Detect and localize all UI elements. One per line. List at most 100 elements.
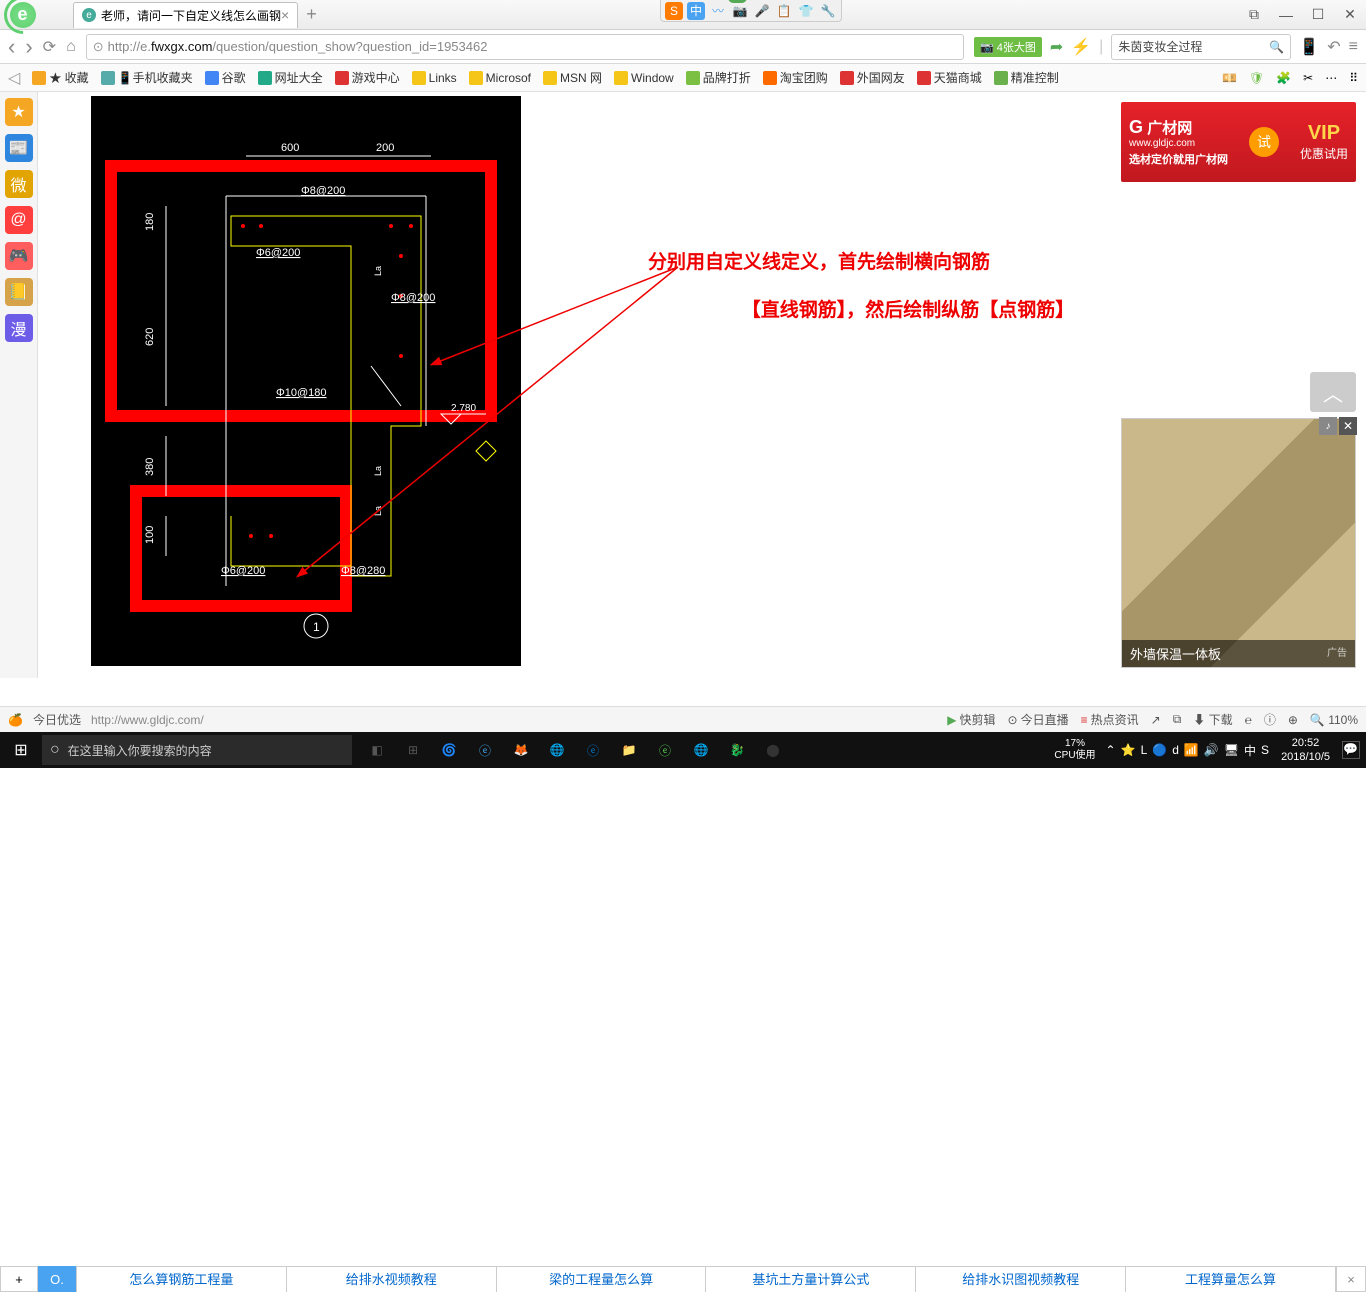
cpu-meter[interactable]: 17%CPU使用 [1050, 738, 1099, 762]
tray-icon[interactable]: 🔊 [1204, 743, 1219, 757]
download-button[interactable]: ⬇ 下载 [1193, 711, 1232, 728]
sidebar-shortcut[interactable]: 📒 [5, 278, 33, 306]
home-button[interactable]: ⌂ [66, 38, 76, 56]
bookmark-item[interactable]: 游戏中心 [335, 69, 400, 86]
tab-close-icon[interactable]: × [281, 7, 289, 23]
tray-icon[interactable]: ⭐ [1121, 743, 1136, 757]
related-search-tab[interactable]: 给排水视频教程 [287, 1266, 497, 1292]
related-search-tab[interactable]: 给排水识图视频教程 [916, 1266, 1126, 1292]
search-icon[interactable]: 🔍 [1269, 40, 1284, 54]
ad-banner-top[interactable]: G 广材网 www.gldjc.com 选材定价就用广材网 试 VIP 优惠试用 [1121, 102, 1356, 182]
mobile-icon[interactable]: 📱 [1299, 37, 1319, 57]
status-add-icon[interactable]: ⊕ [1288, 713, 1298, 727]
status-info-icon[interactable]: ⓘ [1264, 711, 1276, 728]
mic-icon[interactable]: 🎤 [753, 2, 771, 20]
status-expand-icon[interactable]: ⧉ [1173, 712, 1182, 727]
kuaijianji-button[interactable]: ▶快剪辑 [947, 711, 995, 728]
tray-icon[interactable]: L [1141, 743, 1148, 757]
skin-icon[interactable]: 👕 [797, 2, 815, 20]
ime-wave-icon[interactable]: 〰 [709, 2, 727, 20]
ime-chinese-icon[interactable]: 中 [687, 2, 705, 20]
menu-icon[interactable]: ≡ [1349, 38, 1358, 56]
back-to-top-button[interactable]: ︿ [1310, 372, 1356, 412]
bookmark-item[interactable]: Links [412, 71, 457, 85]
sidebar-shortcut[interactable]: @ [5, 206, 33, 234]
start-button[interactable]: ⊞ [0, 732, 42, 768]
forward-button[interactable]: › [25, 34, 32, 60]
taskbar-app[interactable]: 🐉 [722, 735, 752, 765]
zoom-indicator[interactable]: 🔍 110% [1310, 713, 1358, 727]
taskbar-app[interactable]: 🌐 [686, 735, 716, 765]
share-icon[interactable]: ➦ [1050, 37, 1063, 57]
tray-icon[interactable]: S [1261, 743, 1269, 757]
ad-image-bottom[interactable]: ♪ ✕ 外墙保温一体板广告 [1121, 418, 1356, 668]
clipboard-icon[interactable]: 📋 [775, 2, 793, 20]
tray-icon[interactable]: ⌃ [1106, 743, 1116, 757]
bookmark-item[interactable]: 品牌打折 [686, 69, 751, 86]
status-popout-icon[interactable]: ↗ [1151, 713, 1161, 727]
status-e-icon[interactable]: ℮ [1245, 713, 1252, 727]
reload-button[interactable]: ⟳ [43, 37, 56, 57]
related-search-tab[interactable]: 工程算量怎么算 [1126, 1266, 1336, 1292]
sidebar-shortcut[interactable]: 漫 [5, 314, 33, 342]
taskbar-app[interactable]: ⊞ [398, 735, 428, 765]
browser-tab[interactable]: e 老师，请问一下自定义线怎么画钢 × [73, 2, 298, 28]
related-search-tab[interactable]: 基坑土方量计算公式 [706, 1266, 916, 1292]
popout-button[interactable]: ⧉ [1238, 1, 1270, 29]
footer-o-icon[interactable]: O. [38, 1266, 76, 1292]
tray-icon[interactable]: 📶 [1184, 743, 1199, 757]
ad-mute-icon[interactable]: ♪ [1319, 417, 1337, 435]
taskbar-app[interactable]: 🦊 [506, 735, 536, 765]
ext-scissor-icon[interactable]: ✂ [1303, 71, 1313, 85]
sidebar-shortcut[interactable]: 🎮 [5, 242, 33, 270]
bookmark-item[interactable]: 谷歌 [205, 69, 246, 86]
minimize-button[interactable]: — [1270, 1, 1302, 29]
footer-tab-close[interactable]: × [1336, 1266, 1366, 1292]
ext-yuan-icon[interactable]: 💴 [1222, 71, 1237, 85]
taskbar-app[interactable]: ⬤ [758, 735, 788, 765]
sidebar-shortcut[interactable]: 📰 [5, 134, 33, 162]
bookmark-item[interactable]: 精准控制 [994, 69, 1059, 86]
browser-logo[interactable]: e [0, 0, 45, 30]
tray-icon[interactable]: 中 [1244, 742, 1256, 759]
taskbar-clock[interactable]: 20:522018/10/5 [1275, 736, 1336, 765]
tray-icon[interactable]: 🔵 [1152, 743, 1167, 757]
address-bar[interactable]: ⊙ http://e.fwxgx.com/question/question_s… [86, 34, 964, 60]
ext-shield-icon[interactable]: 🛡 [1249, 71, 1264, 85]
ad-close-icon[interactable]: ✕ [1339, 417, 1357, 435]
taskbar-app[interactable]: ⓔ [470, 735, 500, 765]
cortana-search[interactable]: ○ 在这里输入你要搜索的内容 [42, 735, 352, 765]
bookmark-item[interactable]: 淘宝团购 [763, 69, 828, 86]
taskbar-app[interactable]: 🌐 [542, 735, 572, 765]
footer-add-tab[interactable]: + [0, 1266, 38, 1292]
tray-icon[interactable]: d [1172, 743, 1179, 757]
ext-grid-icon[interactable]: ⠿ [1349, 71, 1358, 85]
taskbar-app[interactable]: ⓔ [578, 735, 608, 765]
taskbar-app[interactable]: ◧ [362, 735, 392, 765]
sidebar-shortcut[interactable]: ★ [5, 98, 33, 126]
back-button[interactable]: ‹ [8, 34, 15, 60]
new-tab-button[interactable]: + [306, 4, 317, 25]
sogou-icon[interactable]: S [665, 2, 683, 20]
bookbar-left-icon[interactable]: ◁ [8, 68, 20, 88]
bookmark-item[interactable]: 天猫商城 [917, 69, 982, 86]
close-button[interactable]: ✕ [1334, 1, 1366, 29]
related-search-tab[interactable]: 怎么算钢筋工程量 [76, 1266, 287, 1292]
live-button[interactable]: ⊙今日直播 [1008, 711, 1069, 728]
bookmark-item[interactable]: 📱手机收藏夹 [101, 69, 193, 86]
bookmark-item[interactable]: ★ 收藏 [32, 69, 88, 86]
bolt-icon[interactable]: ⚡ [1071, 37, 1091, 57]
bookmark-item[interactable]: MSN 网 [543, 69, 602, 86]
search-box[interactable]: 朱茵变妆全过程 🔍 [1111, 34, 1291, 60]
ext-more-icon[interactable]: ⋯ [1325, 71, 1337, 85]
tray-icon[interactable]: 🖥 [1224, 743, 1239, 757]
taskbar-app[interactable]: 🌀 [434, 735, 464, 765]
status-optim[interactable]: 今日优选 [33, 711, 81, 728]
camera-icon[interactable]: 📷 [731, 2, 749, 20]
ext-puzzle-icon[interactable]: 🧩 [1276, 71, 1291, 85]
bookmark-item[interactable]: Window [614, 71, 674, 85]
bookmark-item[interactable]: 网址大全 [258, 69, 323, 86]
sidebar-shortcut[interactable]: 微 [5, 170, 33, 198]
image-count-button[interactable]: 📷 4张大图 [974, 37, 1042, 57]
related-search-tab[interactable]: 梁的工程量怎么算 [497, 1266, 707, 1292]
